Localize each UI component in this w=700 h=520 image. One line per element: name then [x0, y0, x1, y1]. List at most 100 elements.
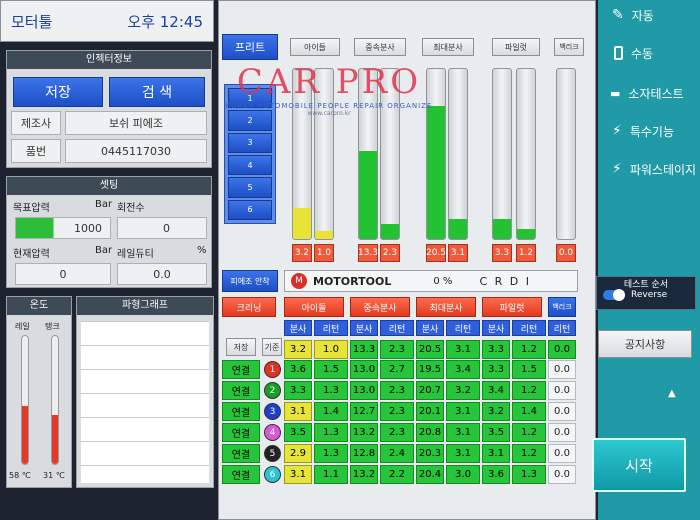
base-button[interactable]: 기준	[262, 338, 282, 356]
table-cell: 3.5	[482, 423, 510, 442]
brand-name: MOTORTOOL	[313, 274, 392, 288]
watermark-brand: CAR PRO	[236, 62, 422, 102]
settings-panel: 셋팅 목표압력 Bar 회전수 1000 0 현재압력 Bar 레일듀티 % 0…	[6, 176, 212, 288]
table-cell: 3.3	[482, 340, 510, 359]
injector-select-5[interactable]: 5	[228, 177, 272, 198]
table-cell: 1.2	[512, 444, 546, 463]
connection-status[interactable]: 연결	[222, 423, 260, 442]
connection-status[interactable]: 연결	[222, 465, 260, 484]
leak-cell: 0.0	[548, 381, 576, 400]
test-order-toggle[interactable]: Reverse	[597, 289, 695, 301]
tab-max-spray[interactable]: 최대분사	[422, 38, 474, 56]
col-header-spray: 분사	[482, 320, 510, 336]
table-cell: 3.3	[284, 381, 312, 400]
sidebar-item-manual[interactable]: 수동	[614, 42, 653, 64]
target-pressure-field[interactable]: 1000	[15, 217, 111, 239]
tab-backleak[interactable]: 백리크	[554, 38, 584, 56]
col-header-return: 리턴	[512, 320, 546, 336]
table-cell: 1.2	[512, 381, 546, 400]
table-cell: 2.3	[380, 381, 414, 400]
table-cell: 13.2	[350, 465, 378, 484]
connection-status[interactable]: 연결	[222, 444, 260, 463]
flow-bar-fill	[449, 218, 467, 239]
tab-pilot[interactable]: 파일럿	[492, 38, 540, 56]
injector-number-badge: 1	[264, 361, 281, 378]
maker-field[interactable]: 보쉬 피에조	[65, 111, 207, 135]
injector-number-badge: 2	[264, 382, 281, 399]
part-number-field[interactable]: 0445117030	[65, 139, 207, 163]
injector-icon: ▬	[610, 86, 621, 100]
col-header-spray: 분사	[416, 320, 444, 336]
flow-bar-pilot-return	[516, 68, 536, 240]
flow-bar-pilot-spray	[492, 68, 512, 240]
table-mode-max[interactable]: 최대분사	[416, 297, 476, 317]
table-mode-mid[interactable]: 중속분사	[350, 297, 410, 317]
rail-thermometer	[21, 335, 29, 465]
flow-bar-value: 0.0	[556, 244, 576, 262]
table-cell: 3.2	[284, 340, 312, 359]
sidebar-item-power-stage[interactable]: ⚡ 파워스테이지	[612, 158, 696, 180]
part-number-label: 품번	[11, 139, 61, 163]
table-cell: 3.1	[446, 402, 480, 421]
connection-status[interactable]: 연결	[222, 402, 260, 421]
table-cell: 3.1	[446, 423, 480, 442]
injector-info-panel: 인젝터정보 저장 검 색 제조사 보쉬 피에조 품번 0445117030	[6, 50, 212, 168]
tab-pre-test[interactable]: 프리트	[222, 34, 278, 60]
sidebar-item-special[interactable]: ⚡ 특수기능	[612, 120, 674, 142]
tab-mid-speed[interactable]: 중속분사	[354, 38, 406, 56]
table-cell: 3.1	[482, 444, 510, 463]
current-pressure-field[interactable]: 0	[15, 263, 111, 285]
toggle-switch[interactable]	[603, 289, 625, 301]
table-cell: 3.1	[446, 340, 480, 359]
search-button[interactable]: 검 색	[109, 77, 205, 107]
temperature-header: 온도	[7, 297, 71, 315]
store-button[interactable]: 저장	[226, 338, 256, 356]
table-cell: 2.2	[380, 465, 414, 484]
connection-status[interactable]: 연결	[222, 381, 260, 400]
injector-select-6[interactable]: 6	[228, 199, 272, 220]
table-cell: 2.4	[380, 444, 414, 463]
table-mode-idle[interactable]: 아이들	[284, 297, 344, 317]
flow-bar-value: 1.0	[314, 244, 334, 262]
injector-select-4[interactable]: 4	[228, 154, 272, 176]
table-cell: 3.6	[284, 360, 312, 379]
table-mode-pilot[interactable]: 파일럿	[482, 297, 542, 317]
flow-bar-value: 13.3	[358, 244, 378, 262]
flow-bar-value: 20.5	[426, 244, 446, 262]
table-cell: 3.4	[446, 360, 480, 379]
rail-duty-field[interactable]: 0.0	[117, 263, 207, 285]
save-button[interactable]: 저장	[13, 77, 103, 107]
piezo-seat-button[interactable]: 피에조 안착	[222, 270, 278, 292]
flow-bar-backleak	[556, 68, 576, 240]
table-cell: 20.7	[416, 381, 444, 400]
table-cell: 20.1	[416, 402, 444, 421]
pen-icon: ✎	[612, 7, 624, 23]
table-cell: 20.5	[416, 340, 444, 359]
notice-button[interactable]: 공지사항	[598, 330, 692, 358]
target-pressure-value: 1000	[74, 221, 102, 235]
leak-cell: 0.0	[548, 360, 576, 379]
leak-cell: 0.0	[548, 444, 576, 463]
sidebar-item-auto[interactable]: ✎ 자동	[612, 4, 654, 26]
sidebar-item-element-test[interactable]: ▬ 소자테스트	[610, 82, 684, 104]
rotation-field[interactable]: 0	[117, 217, 207, 239]
brand-strip: M MOTORTOOL 0 % C R D I	[284, 270, 578, 292]
waveform-panel: 파형그래프	[76, 296, 214, 488]
connection-status[interactable]: 연결	[222, 360, 260, 379]
sidebar-item-label: 자동	[631, 8, 654, 23]
tab-idle[interactable]: 아이들	[290, 38, 340, 56]
table-cell: 2.3	[380, 340, 414, 359]
start-button[interactable]: 시작	[592, 438, 686, 492]
tab-cleaning[interactable]: 크리닝	[222, 297, 276, 317]
table-cell: 2.7	[380, 360, 414, 379]
lightning-icon: ⚡	[612, 161, 622, 177]
injector-select-3[interactable]: 3	[228, 132, 272, 153]
table-cell: 1.0	[314, 340, 348, 359]
rail-temp-fill	[22, 406, 28, 464]
temperature-panel: 온도 레일 탱크 58 ℃ 31 ℃	[6, 296, 72, 488]
table-cell: 3.1	[284, 402, 312, 421]
flow-bar-fill	[517, 228, 535, 239]
col-header-spray: 분사	[350, 320, 378, 336]
table-cell: 13.0	[350, 381, 378, 400]
table-mode-backleak[interactable]: 백리크	[548, 297, 576, 317]
